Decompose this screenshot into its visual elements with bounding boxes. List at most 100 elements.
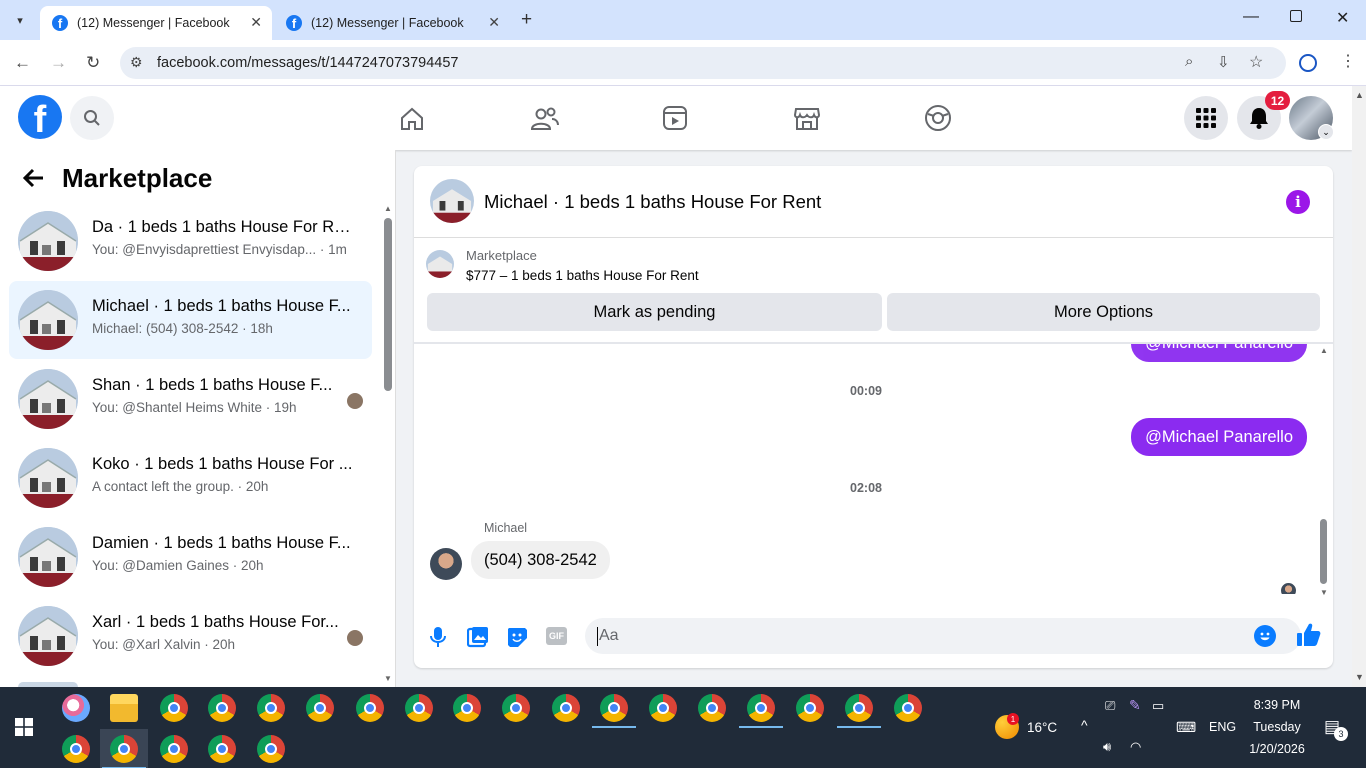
gaming-icon[interactable] [924, 104, 952, 137]
scrollbar-thumb[interactable] [384, 218, 392, 391]
chrome-app-icon[interactable] [62, 735, 90, 763]
chrome-app-icon[interactable] [160, 694, 188, 722]
site-info-icon[interactable]: ⚙ [130, 54, 143, 71]
account-chevron-down-icon[interactable]: ⌄ [1318, 124, 1334, 140]
chrome-app-icon[interactable] [502, 694, 530, 722]
chrome-app-icon[interactable] [160, 735, 188, 763]
conversation-item[interactable]: Da · 1 beds 1 baths House For Rent You: @… [9, 202, 372, 280]
facebook-logo-icon[interactable]: f [18, 95, 62, 139]
clock-time[interactable]: 8:39 PM [1242, 698, 1312, 712]
scroll-up-icon[interactable]: ▲ [384, 204, 392, 213]
thumbs-up-like-icon[interactable] [1296, 622, 1322, 653]
chrome-app-icon[interactable] [208, 694, 236, 722]
chrome-app-icon[interactable] [208, 735, 236, 763]
chrome-app-icon[interactable] [110, 735, 138, 763]
back-arrow-icon[interactable] [22, 166, 46, 197]
battery-icon[interactable]: ▭ [1152, 698, 1164, 714]
close-window-icon[interactable]: ✕ [1336, 8, 1349, 28]
outgoing-message[interactable]: @Michael Panarello [1131, 418, 1307, 456]
scroll-up-icon[interactable]: ▲ [1355, 90, 1364, 100]
info-icon[interactable]: i [1286, 190, 1310, 214]
tab-search-icon[interactable]: ▾ [10, 10, 30, 30]
chrome-app-icon[interactable] [356, 694, 384, 722]
clock-day[interactable]: Tuesday [1242, 720, 1312, 734]
forward-icon[interactable]: → [50, 53, 67, 73]
conversation-item[interactable]: Damien · 1 beds 1 baths House F... You: @… [9, 518, 372, 596]
chrome-app-icon[interactable] [894, 694, 922, 722]
install-icon[interactable]: ⇩ [1217, 53, 1230, 71]
windows-start-icon[interactable] [15, 718, 33, 741]
message-input[interactable]: Aa [585, 618, 1301, 654]
file-explorer-icon[interactable] [110, 694, 138, 722]
zoom-icon[interactable]: ⌕ [1185, 53, 1193, 70]
paint-app-icon[interactable] [62, 694, 90, 722]
browser-tab-2[interactable]: f (12) Messenger | Facebook ✕ [274, 6, 510, 40]
minimize-icon[interactable]: — [1243, 8, 1259, 26]
page-scrollbar[interactable]: ▲ ▼ [1352, 86, 1366, 687]
listing-thumbnail[interactable] [426, 250, 454, 278]
marketplace-icon[interactable] [793, 105, 821, 136]
weather-temp[interactable]: 16°C [1027, 720, 1057, 735]
conversation-item[interactable]: Michael · 1 beds 1 baths House F... Micha… [9, 281, 372, 359]
clock-date[interactable]: 1/20/2026 [1242, 742, 1312, 756]
chrome-app-icon[interactable] [257, 694, 285, 722]
chrome-app-icon[interactable] [453, 694, 481, 722]
reload-icon[interactable]: ↻ [86, 53, 100, 73]
scroll-up-icon[interactable]: ▲ [1320, 346, 1328, 355]
mark-as-pending-button[interactable]: Mark as pending [427, 293, 882, 331]
friends-icon[interactable] [530, 105, 560, 138]
volume-icon[interactable]: 🔊︎ [1103, 739, 1111, 755]
close-tab-icon[interactable]: ✕ [250, 14, 262, 31]
chat-title[interactable]: Michael · 1 beds 1 baths House For Rent [484, 191, 821, 213]
incoming-message[interactable]: (504) 308-2542 [471, 541, 610, 579]
back-icon[interactable]: ← [14, 53, 31, 73]
gif-icon[interactable]: GIF [546, 627, 567, 645]
close-tab-icon[interactable]: ✕ [488, 14, 500, 31]
search-icon[interactable] [70, 96, 114, 140]
chrome-app-icon[interactable] [649, 694, 677, 722]
bookmark-star-icon[interactable]: ☆ [1249, 52, 1263, 72]
emoji-icon[interactable] [1254, 625, 1276, 647]
keyboard-icon[interactable]: ⌨ [1176, 719, 1196, 736]
meet-now-icon[interactable]: ⎚ [1105, 698, 1115, 714]
menu-kebab-icon[interactable]: ⋮ [1340, 51, 1356, 71]
pen-icon[interactable]: ✎ [1129, 697, 1141, 714]
browser-tab-1[interactable]: f (12) Messenger | Facebook ✕ [40, 6, 272, 40]
chrome-app-icon[interactable] [405, 694, 433, 722]
scroll-down-icon[interactable]: ▼ [384, 674, 392, 683]
scrollbar-thumb[interactable] [1320, 519, 1327, 584]
more-options-button[interactable]: More Options [887, 293, 1320, 331]
sticker-icon[interactable] [506, 626, 528, 653]
photo-attach-icon[interactable] [466, 626, 489, 653]
conversation-item[interactable]: Xarl · 1 beds 1 baths House For... You: @… [9, 597, 372, 675]
outgoing-message-partial[interactable]: @Michael Panarello [1131, 344, 1307, 362]
conversation-item[interactable]: Shan · 1 beds 1 baths House F... You: @Sh… [9, 360, 372, 438]
address-bar[interactable]: ⚙ facebook.com/messages/t/14472470737944… [120, 47, 1286, 79]
watch-icon[interactable] [662, 105, 688, 136]
chrome-app-icon[interactable] [552, 694, 580, 722]
profile-icon[interactable] [1299, 54, 1317, 72]
chrome-app-icon[interactable] [257, 735, 285, 763]
listing-title[interactable]: $777 – 1 beds 1 baths House For Rent [466, 268, 699, 283]
chrome-app-icon[interactable] [698, 694, 726, 722]
conversation-item[interactable]: Koko · 1 beds 1 baths House For ... A con… [9, 439, 372, 517]
chrome-app-icon[interactable] [747, 694, 775, 722]
language-indicator[interactable]: ENG [1209, 720, 1236, 734]
home-icon[interactable] [398, 105, 426, 138]
microphone-icon[interactable] [430, 626, 446, 653]
thread-scrollbar[interactable]: ▲ ▼ [1318, 346, 1330, 597]
chrome-app-icon[interactable] [306, 694, 334, 722]
menu-grid-icon[interactable] [1184, 96, 1228, 140]
chrome-app-icon[interactable] [600, 694, 628, 722]
chrome-app-icon[interactable] [796, 694, 824, 722]
tray-chevron-up-icon[interactable]: ^ [1081, 717, 1088, 733]
restore-icon[interactable] [1290, 10, 1302, 22]
scroll-down-icon[interactable]: ▼ [1355, 672, 1364, 682]
chat-avatar[interactable] [430, 179, 474, 223]
chrome-app-icon[interactable] [845, 694, 873, 722]
sidebar-scrollbar[interactable]: ▲ ▼ [383, 204, 393, 684]
scroll-down-icon[interactable]: ▼ [1320, 588, 1328, 597]
wifi-icon[interactable]: ◠ [1130, 739, 1141, 755]
new-tab-icon[interactable]: + [521, 9, 532, 31]
sender-avatar[interactable] [430, 548, 462, 580]
